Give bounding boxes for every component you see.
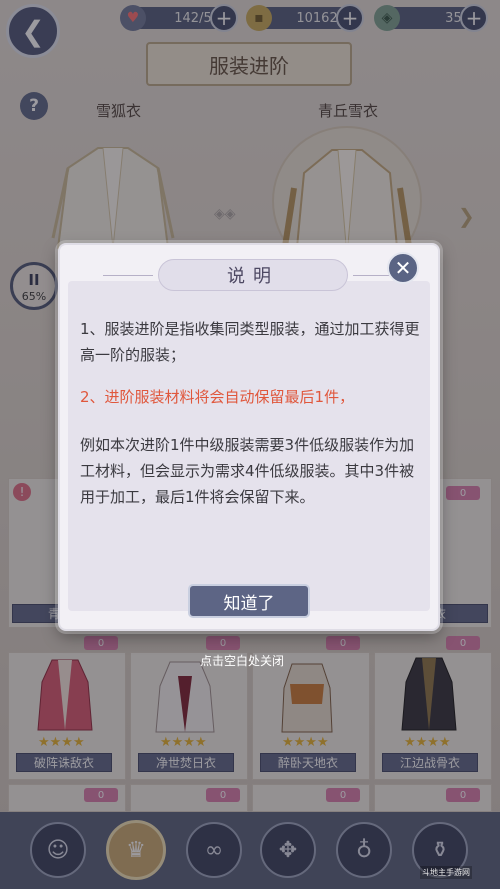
dialog-paragraph-2: 2、进阶服装材料将会自动保留最后1件， [80, 388, 355, 406]
close-button[interactable]: ✕ [387, 252, 419, 284]
ok-button[interactable]: 知道了 [188, 584, 310, 618]
close-icon: ✕ [394, 256, 412, 280]
dialog-paragraph-3: 例如本次进阶1件中级服装需要3件低级服装作为加工材料，但会显示为需求4件低级服装… [80, 436, 415, 506]
tap-to-close-hint: 点击空白处关闭 [200, 654, 285, 668]
watermark: 斗地主手游网 [420, 866, 472, 879]
dialog-paragraph-1: 1、服装进阶是指收集同类型服装，通过加工获得更高一阶的服装； [80, 320, 420, 364]
dialog-title: 说明 [103, 259, 403, 291]
